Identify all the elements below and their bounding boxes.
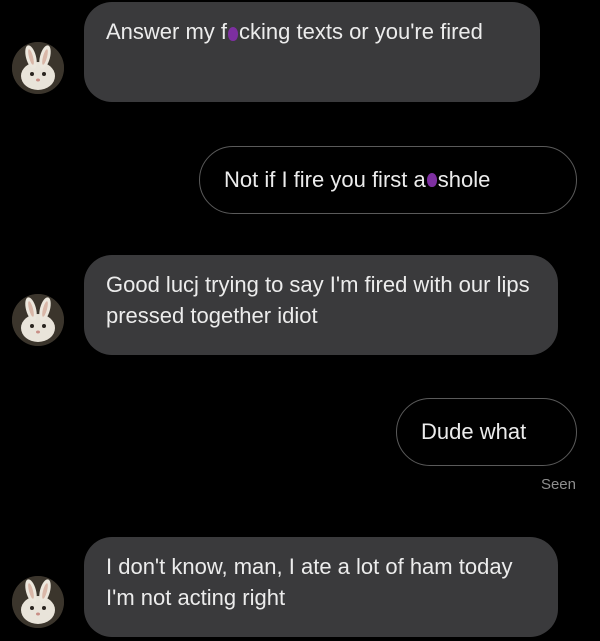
message-text: Answer my f (106, 19, 228, 44)
message-text: Dude what (421, 419, 527, 444)
bunny-avatar-icon (12, 42, 64, 94)
message-bubble-outgoing[interactable]: Not if I fire you first a shole (199, 146, 577, 214)
sender-avatar[interactable] (12, 42, 64, 94)
seen-status: Seen (540, 476, 576, 493)
message-bubble-incoming[interactable]: Answer my f cking texts or you're fired (84, 2, 540, 102)
message-text: Good lucj trying to say I'm fired with o… (106, 272, 530, 328)
censor-mark-icon (228, 27, 239, 41)
message-bubble-incoming[interactable]: Good lucj trying to say I'm fired with o… (84, 255, 558, 355)
message-bubble-incoming[interactable]: I don't know, man, I ate a lot of ham to… (84, 537, 558, 637)
sender-avatar[interactable] (12, 576, 64, 628)
bunny-avatar-icon (12, 576, 64, 628)
message-text: I don't know, man, I ate a lot of ham to… (106, 554, 513, 610)
message-text: cking texts or you're fired (239, 19, 483, 44)
sender-avatar[interactable] (12, 294, 64, 346)
message-text: shole (437, 167, 491, 192)
message-bubble-outgoing[interactable]: Dude what (396, 398, 577, 466)
message-text: Not if I fire you first a (224, 167, 426, 192)
censor-mark-icon (426, 173, 437, 187)
bunny-avatar-icon (12, 294, 64, 346)
